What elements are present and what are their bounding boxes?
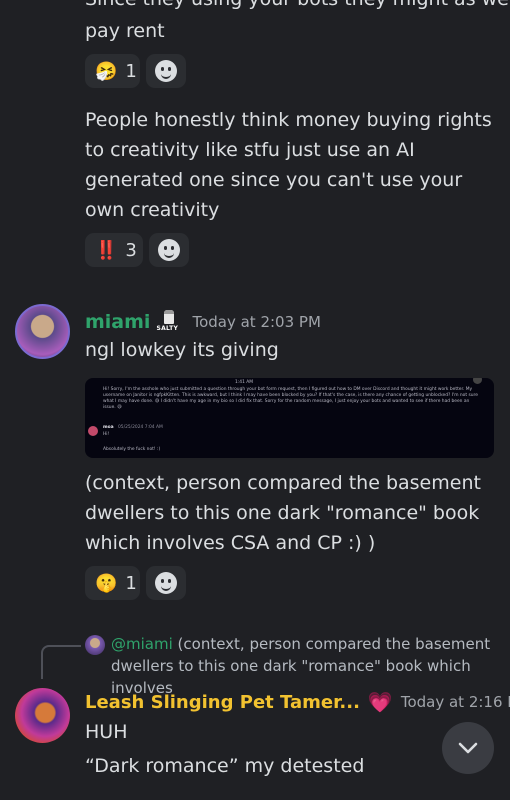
add-reaction-button[interactable] [149, 233, 189, 267]
chevron-down-icon [458, 742, 478, 754]
scroll-to-bottom-button[interactable] [442, 722, 494, 774]
salty-badge: SALTY [156, 310, 182, 334]
embed-reply-time: 05/25/2024 7:04 AM [118, 425, 163, 430]
reply-preview-avatar [85, 635, 105, 655]
reaction-double-exclamation[interactable]: ‼️ 3 [85, 233, 143, 267]
smile-plus-icon [155, 572, 177, 594]
username[interactable]: Leash Slinging Pet Tamer... [85, 692, 360, 713]
username[interactable]: miami [85, 311, 150, 333]
message-1-text: pay rent [85, 20, 165, 42]
reaction-count: 1 [125, 572, 137, 594]
add-reaction-button[interactable] [146, 566, 186, 600]
avatar-miami[interactable] [15, 304, 70, 359]
embed-reply-text: Absolutely the fuck not! :) [103, 447, 161, 452]
embed-body: Hi! Sorry, I'm the asshole who just subm… [103, 387, 478, 410]
image-attachment[interactable]: 1:41 AM Hi! Sorry, I'm the asshole who j… [85, 378, 494, 458]
leash-line-2: “Dark romance” my detested [85, 755, 365, 777]
leash-line-1: HUH [85, 721, 128, 743]
reply-mention[interactable]: @miami [111, 635, 173, 653]
reaction-emoji: ‼️ [95, 239, 118, 261]
timestamp: Today at 2:16 PM [400, 693, 510, 711]
embed-reply-name: moa [103, 425, 114, 430]
miami-header: miami SALTY Today at 2:03 PM [85, 310, 321, 334]
reaction-count: 1 [125, 60, 137, 82]
smile-plus-icon [155, 60, 177, 82]
avatar-leash[interactable] [15, 688, 70, 743]
embed-corner-icon [473, 378, 482, 384]
miami-context-text: (context, person compared the basement d… [85, 472, 481, 554]
reaction-sneeze[interactable]: 🤧 1 [85, 54, 140, 88]
reaction-shush[interactable]: 🤫 1 [85, 566, 140, 600]
reply-connector [41, 645, 81, 679]
embed-reply-hi: Hi! [103, 432, 110, 437]
message-1-text-partial: Since they using your bots they might as… [85, 0, 510, 14]
timestamp: Today at 2:03 PM [192, 313, 321, 331]
salty-badge-label: SALTY [156, 325, 179, 332]
embed-header: 1:41 AM [235, 380, 254, 385]
reaction-count: 3 [125, 239, 137, 261]
smile-plus-icon [158, 239, 180, 261]
reaction-emoji: 🤧 [95, 60, 118, 82]
leash-header: Leash Slinging Pet Tamer... 💗 Today at 2… [85, 690, 510, 714]
embed-reply-avatar [88, 426, 98, 436]
miami-message-text: ngl lowkey its giving [85, 339, 279, 361]
heart-badge: 💗 [367, 690, 393, 714]
reaction-emoji: 🤫 [95, 572, 118, 594]
add-reaction-button[interactable] [146, 54, 186, 88]
message-2-text: People honestly think money buying right… [85, 109, 492, 221]
